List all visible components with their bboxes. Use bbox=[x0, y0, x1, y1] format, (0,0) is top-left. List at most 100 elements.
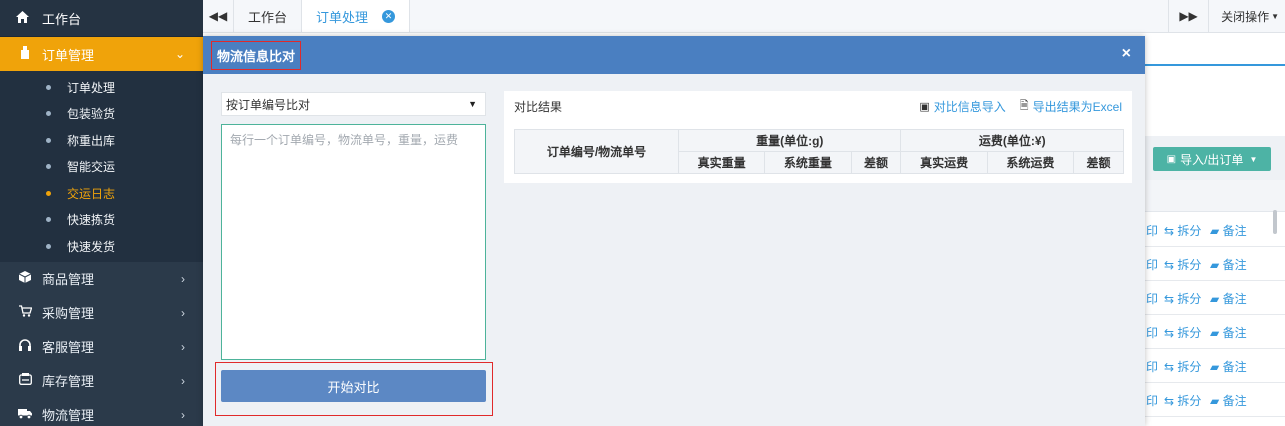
sidebar-item-label: 智能交运 bbox=[67, 160, 116, 175]
split-link[interactable]: ⇆ 拆分 bbox=[1164, 358, 1210, 375]
split-label: 拆分 bbox=[1177, 257, 1202, 272]
note-link[interactable]: ▰ 备注 bbox=[1210, 358, 1260, 375]
print-link-fragment[interactable]: 印 bbox=[1146, 256, 1164, 273]
table-row: 印 ⇆ 拆分 ▰ 备注 bbox=[1145, 316, 1285, 349]
double-left-icon: ◀◀ bbox=[208, 9, 228, 23]
split-icon: ⇆ bbox=[1164, 223, 1175, 238]
sidebar-item-weigh-out[interactable]: 称重出库 bbox=[0, 127, 203, 154]
sidebar-group-label: 物流管理 bbox=[42, 408, 95, 423]
sidebar-item-home[interactable]: 工作台 bbox=[0, 0, 203, 37]
note-icon: ▰ bbox=[1210, 291, 1220, 306]
tabs-forward-button[interactable]: ▶▶ bbox=[1168, 0, 1208, 32]
sidebar-item-label: 快速拣货 bbox=[67, 213, 116, 228]
sidebar-item-label: 称重出库 bbox=[67, 133, 116, 148]
table-row: 印 ⇆ 拆分 ▰ 备注 bbox=[1145, 384, 1285, 417]
result-actions: ▣ 对比信息导入 🗎 导出结果为Excel bbox=[905, 91, 1122, 121]
sidebar-group-products[interactable]: 商品管理 › bbox=[0, 262, 203, 296]
note-label: 备注 bbox=[1222, 291, 1247, 306]
result-header: 对比结果 ▣ 对比信息导入 🗎 导出结果为Excel bbox=[504, 91, 1132, 121]
split-label: 拆分 bbox=[1177, 325, 1202, 340]
split-link[interactable]: ⇆ 拆分 bbox=[1164, 256, 1210, 273]
tabs-back-button[interactable]: ◀◀ bbox=[203, 0, 234, 32]
sidebar-group-logistics[interactable]: 物流管理 › bbox=[0, 398, 203, 426]
sidebar-item-smart-ship[interactable]: 智能交运 bbox=[0, 154, 203, 181]
print-link-fragment[interactable]: 印 bbox=[1146, 392, 1164, 409]
close-operations-dropdown[interactable]: 关闭操作 ▼ bbox=[1208, 0, 1285, 32]
sidebar-group-orders[interactable]: 订单管理 ⌄ bbox=[0, 37, 203, 71]
tab-label: 订单处理 bbox=[316, 9, 369, 25]
table-row: 印 ⇆ 拆分 ▰ 备注 bbox=[1145, 350, 1285, 383]
chevron-down-icon: ⌄ bbox=[174, 47, 185, 61]
compare-mode-select[interactable]: 按订单编号比对 ▼ bbox=[221, 92, 486, 116]
sidebar-group-customer-service[interactable]: 客服管理 › bbox=[0, 330, 203, 364]
note-label: 备注 bbox=[1222, 257, 1247, 272]
split-label: 拆分 bbox=[1177, 223, 1202, 238]
note-label: 备注 bbox=[1222, 325, 1247, 340]
compare-result-table: 订单编号/物流单号 重量(单位:g) 运费(单位:¥) 真实重量 系统重量 差额… bbox=[514, 129, 1124, 174]
inbox-icon: ▣ bbox=[1166, 153, 1177, 165]
sidebar-group-label: 采购管理 bbox=[42, 306, 95, 321]
note-icon: ▰ bbox=[1210, 223, 1220, 238]
sidebar-item-label: 包装验货 bbox=[67, 107, 116, 122]
column-header-weight-diff: 差额 bbox=[850, 151, 902, 174]
import-export-orders-button[interactable]: ▣ 导入/出订单 ▼ bbox=[1153, 147, 1271, 171]
sidebar-item-packing-check[interactable]: 包装验货 bbox=[0, 101, 203, 128]
tab-label: 工作台 bbox=[248, 9, 288, 25]
bullet-icon bbox=[46, 137, 51, 143]
sidebar-group-label: 库存管理 bbox=[42, 374, 95, 389]
headset-icon bbox=[16, 339, 34, 354]
sidebar-group-label: 订单管理 bbox=[42, 47, 95, 63]
chevron-right-icon: › bbox=[181, 373, 185, 388]
sidebar-group-inventory[interactable]: 库存管理 › bbox=[0, 364, 203, 398]
import-compare-label: 对比信息导入 bbox=[933, 99, 1006, 114]
close-operations-label: 关闭操作 bbox=[1221, 9, 1270, 24]
caret-down-icon: ▼ bbox=[468, 99, 477, 109]
home-icon bbox=[16, 10, 34, 26]
print-link-fragment[interactable]: 印 bbox=[1146, 290, 1164, 307]
column-header-real-fee: 真实运费 bbox=[900, 151, 988, 174]
sidebar-item-label: 订单处理 bbox=[67, 80, 116, 95]
note-link[interactable]: ▰ 备注 bbox=[1210, 324, 1260, 341]
split-link[interactable]: ⇆ 拆分 bbox=[1164, 222, 1210, 239]
tab-order-processing[interactable]: 订单处理 ✕ bbox=[302, 0, 411, 32]
close-icon[interactable]: × bbox=[1122, 45, 1131, 63]
note-link[interactable]: ▰ 备注 bbox=[1210, 290, 1260, 307]
split-link[interactable]: ⇆ 拆分 bbox=[1164, 324, 1210, 341]
start-compare-button[interactable]: 开始对比 bbox=[221, 370, 486, 402]
sidebar-item-order-processing[interactable]: 订单处理 bbox=[0, 74, 203, 101]
sidebar-item-label: 交运日志 bbox=[67, 186, 116, 201]
split-icon: ⇆ bbox=[1164, 393, 1175, 408]
compare-data-textarea[interactable]: 每行一个订单编号，物流单号，重量，运费 bbox=[221, 124, 486, 360]
split-label: 拆分 bbox=[1177, 359, 1202, 374]
split-link[interactable]: ⇆ 拆分 bbox=[1164, 392, 1210, 409]
sidebar-item-quick-pick[interactable]: 快速拣货 bbox=[0, 207, 203, 234]
tab-workbench[interactable]: 工作台 bbox=[234, 0, 303, 32]
start-compare-highlight: 开始对比 bbox=[215, 362, 493, 416]
note-label: 备注 bbox=[1222, 223, 1247, 238]
note-link[interactable]: ▰ 备注 bbox=[1210, 222, 1260, 239]
column-header-system-weight: 系统重量 bbox=[764, 151, 852, 174]
close-tab-icon[interactable]: ✕ bbox=[382, 9, 396, 23]
column-header-order-logistics: 订单编号/物流单号 bbox=[514, 129, 679, 174]
note-link[interactable]: ▰ 备注 bbox=[1210, 392, 1260, 409]
sidebar-item-ship-log[interactable]: 交运日志 bbox=[0, 180, 203, 207]
column-header-fee-diff: 差额 bbox=[1073, 151, 1124, 174]
column-header-real-weight: 真实重量 bbox=[677, 151, 766, 174]
export-excel-link[interactable]: 🗎 导出结果为Excel bbox=[1020, 97, 1122, 116]
background-page-right: ▣ 导入/出订单 ▼ 印 ⇆ 拆分 ▰ 备注 印 ⇆ 拆分 ▰ 备注 印 ⇆ 拆… bbox=[1145, 34, 1285, 426]
sidebar-group-purchasing[interactable]: 采购管理 › bbox=[0, 296, 203, 330]
note-label: 备注 bbox=[1222, 359, 1247, 374]
cart-icon bbox=[16, 305, 34, 320]
note-link[interactable]: ▰ 备注 bbox=[1210, 256, 1260, 273]
import-compare-link[interactable]: ▣ 对比信息导入 bbox=[919, 98, 1005, 115]
bullet-icon bbox=[46, 164, 51, 170]
split-link[interactable]: ⇆ 拆分 bbox=[1164, 290, 1210, 307]
print-link-fragment[interactable]: 印 bbox=[1146, 358, 1164, 375]
note-label: 备注 bbox=[1222, 393, 1247, 408]
divider bbox=[1145, 64, 1285, 66]
sidebar-item-quick-ship[interactable]: 快速发货 bbox=[0, 233, 203, 260]
double-right-icon: ▶▶ bbox=[1179, 9, 1198, 23]
print-link-fragment[interactable]: 印 bbox=[1146, 222, 1164, 239]
print-link-fragment[interactable]: 印 bbox=[1146, 324, 1164, 341]
file-export-icon: 🗎 bbox=[1019, 99, 1029, 112]
